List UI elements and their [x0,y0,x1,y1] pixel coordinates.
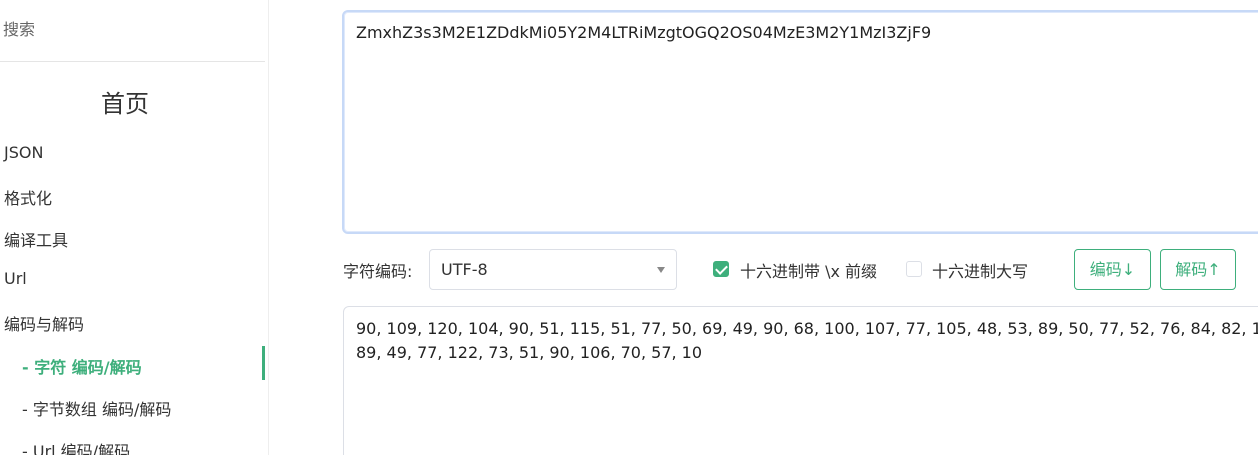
decode-button[interactable]: 解码↑ [1160,249,1236,290]
sidebar-item-encode-decode[interactable]: 编码与解码 [4,311,84,335]
hex-prefix-label[interactable]: 十六进制带 \x 前缀 [740,258,877,282]
charset-label: 字符编码: [343,262,413,281]
input-textarea[interactable]: ZmxhZ3s3M2E1ZDdkMi05Y2M4LTRiMzgtOGQ2OS04… [342,10,1258,234]
sidebar-subitem-char-codec[interactable]: - 字符 编码/解码 [22,354,142,378]
output-textarea[interactable]: 90, 109, 120, 104, 90, 51, 115, 51, 77, … [343,306,1258,455]
sidebar-active-indicator [262,346,265,380]
caret-down-icon [657,267,665,273]
sidebar-home-title[interactable]: 首页 [0,84,250,119]
charset-select-value: UTF-8 [441,260,488,279]
sidebar: 搜索 首页 JSON 格式化 编译工具 Url 编码与解码 - 字符 编码/解码… [0,0,269,455]
sidebar-item-format[interactable]: 格式化 [4,185,52,209]
output-line: 89, 49, 77, 122, 73, 51, 90, 106, 70, 57… [356,343,703,362]
sidebar-item-compile-tools[interactable]: 编译工具 [4,227,68,251]
output-line: 90, 109, 120, 104, 90, 51, 115, 51, 77, … [356,319,1258,338]
sidebar-subitem-byte-array-codec[interactable]: - 字节数组 编码/解码 [22,396,171,420]
search-divider [0,61,265,62]
hex-prefix-checkbox[interactable] [713,261,729,277]
hex-uppercase-checkbox[interactable] [906,261,922,277]
search-input[interactable]: 搜索 [0,8,265,52]
check-icon [715,262,728,275]
encode-button[interactable]: 编码↓ [1074,249,1151,290]
app-root: 搜索 首页 JSON 格式化 编译工具 Url 编码与解码 - 字符 编码/解码… [0,0,1258,455]
sidebar-item-json[interactable]: JSON [4,143,43,162]
sidebar-item-url[interactable]: Url [4,269,27,288]
hex-uppercase-label[interactable]: 十六进制大写 [932,258,1028,282]
charset-select[interactable]: UTF-8 [429,249,677,290]
sidebar-subitem-url-codec[interactable]: - Url 编码/解码 [22,438,130,455]
